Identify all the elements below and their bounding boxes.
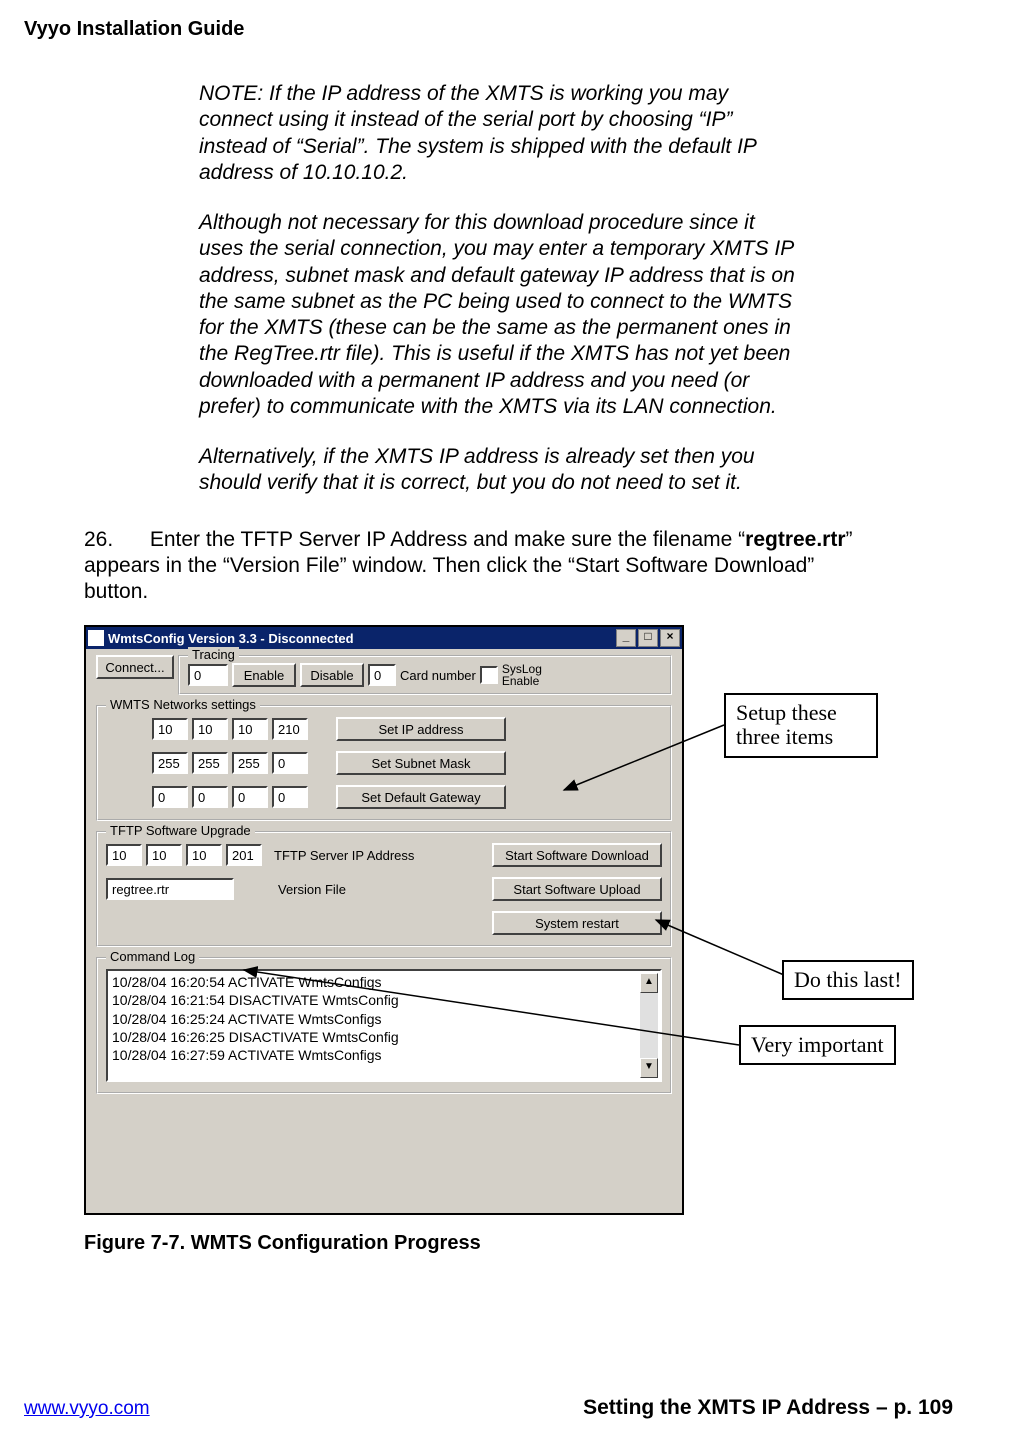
tracing-value-input[interactable]: 0 xyxy=(188,664,228,686)
callout-setup-box: Setup these three items xyxy=(724,693,878,757)
set-gateway-button[interactable]: Set Default Gateway xyxy=(336,785,506,809)
close-button[interactable]: × xyxy=(660,629,680,647)
version-file-input[interactable]: regtree.rtr xyxy=(106,878,234,900)
window-title: WmtsConfig Version 3.3 - Disconnected xyxy=(108,631,354,646)
note-paragraph-2: Although not necessary for this download… xyxy=(199,210,798,420)
command-log-group: Command Log 10/28/04 16:20:54 ACTIVATE W… xyxy=(96,957,672,1094)
subnet-octet-3[interactable]: 255 xyxy=(232,752,268,774)
gateway-octet-3[interactable]: 0 xyxy=(232,786,268,808)
ip-octet-3[interactable]: 10 xyxy=(232,718,268,740)
system-restart-button[interactable]: System restart xyxy=(492,911,662,935)
syslog-enable-label: SysLog Enable xyxy=(502,663,542,687)
wmtsconfig-window: WmtsConfig Version 3.3 - Disconnected _ … xyxy=(84,625,684,1215)
log-scrollbar[interactable]: ▲ ▼ xyxy=(640,973,658,1078)
minimize-button[interactable]: _ xyxy=(616,629,636,647)
networks-group-label: WMTS Networks settings xyxy=(106,697,260,712)
callout-last-box: Do this last! xyxy=(782,960,914,1000)
log-line: 10/28/04 16:21:54 DISACTIVATE WmtsConfig xyxy=(112,991,656,1009)
command-log-output[interactable]: 10/28/04 16:20:54 ACTIVATE WmtsConfigs 1… xyxy=(106,969,662,1082)
set-ip-button[interactable]: Set IP address xyxy=(336,717,506,741)
card-number-input[interactable]: 0 xyxy=(368,664,396,686)
log-line: 10/28/04 16:26:25 DISACTIVATE WmtsConfig xyxy=(112,1028,656,1046)
callout-important-text: Very important xyxy=(751,1032,884,1057)
note-paragraph-3: Alternatively, if the XMTS IP address is… xyxy=(199,444,798,497)
log-line: 10/28/04 16:27:59 ACTIVATE WmtsConfigs xyxy=(112,1046,656,1064)
set-subnet-button[interactable]: Set Subnet Mask xyxy=(336,751,506,775)
card-number-label: Card number xyxy=(400,668,476,683)
ip-octet-2[interactable]: 10 xyxy=(192,718,228,740)
gateway-octet-1[interactable]: 0 xyxy=(152,786,188,808)
tracing-enable-button[interactable]: Enable xyxy=(232,663,296,687)
tftp-server-label: TFTP Server IP Address xyxy=(274,848,414,863)
tracing-group-label: Tracing xyxy=(188,647,239,662)
networks-group: WMTS Networks settings 10 10 10 210 Set … xyxy=(96,705,672,821)
start-download-button[interactable]: Start Software Download xyxy=(492,843,662,867)
page-footer: www.vyyo.com Setting the XMTS IP Address… xyxy=(24,1396,953,1420)
app-icon xyxy=(88,630,104,646)
scroll-down-icon[interactable]: ▼ xyxy=(640,1058,658,1078)
step-26: 26. Enter the TFTP Server IP Address and… xyxy=(84,527,863,606)
step-text-before: Enter the TFTP Server IP Address and mak… xyxy=(150,528,745,551)
callout-last-text: Do this last! xyxy=(794,967,902,992)
page-header: Vyyo Installation Guide xyxy=(24,18,953,41)
step-bold-filename: regtree.rtr xyxy=(745,528,845,551)
subnet-octet-2[interactable]: 255 xyxy=(192,752,228,774)
footer-page-info: Setting the XMTS IP Address – p. 109 xyxy=(583,1396,953,1420)
tftp-ip-3[interactable]: 10 xyxy=(186,844,222,866)
scroll-up-icon[interactable]: ▲ xyxy=(640,973,658,993)
step-number: 26. xyxy=(84,527,144,553)
ip-octet-1[interactable]: 10 xyxy=(152,718,188,740)
connect-button[interactable]: Connect... xyxy=(96,655,174,679)
subnet-octet-4[interactable]: 0 xyxy=(272,752,308,774)
log-line: 10/28/04 16:25:24 ACTIVATE WmtsConfigs xyxy=(112,1010,656,1028)
tftp-ip-4[interactable]: 201 xyxy=(226,844,262,866)
footer-url[interactable]: www.vyyo.com xyxy=(24,1398,150,1420)
maximize-button[interactable]: □ xyxy=(638,629,658,647)
log-line: 10/28/04 16:20:54 ACTIVATE WmtsConfigs xyxy=(112,973,656,991)
tracing-disable-button[interactable]: Disable xyxy=(300,663,364,687)
ip-octet-4[interactable]: 210 xyxy=(272,718,308,740)
figure-caption: Figure 7-7. WMTS Configuration Progress xyxy=(84,1232,953,1255)
tftp-ip-1[interactable]: 10 xyxy=(106,844,142,866)
version-file-label: Version File xyxy=(278,882,346,897)
gateway-octet-2[interactable]: 0 xyxy=(192,786,228,808)
window-titlebar[interactable]: WmtsConfig Version 3.3 - Disconnected _ … xyxy=(86,627,682,649)
callout-important-box: Very important xyxy=(739,1025,896,1065)
gateway-octet-4[interactable]: 0 xyxy=(272,786,308,808)
subnet-octet-1[interactable]: 255 xyxy=(152,752,188,774)
tftp-group: TFTP Software Upgrade 10 10 10 201 TFTP … xyxy=(96,831,672,947)
start-upload-button[interactable]: Start Software Upload xyxy=(492,877,662,901)
callout-setup-text: Setup these three items xyxy=(736,700,837,749)
tftp-group-label: TFTP Software Upgrade xyxy=(106,823,255,838)
command-log-label: Command Log xyxy=(106,949,199,964)
tftp-ip-2[interactable]: 10 xyxy=(146,844,182,866)
note-paragraph-1: NOTE: If the IP address of the XMTS is w… xyxy=(199,81,798,186)
syslog-enable-checkbox[interactable] xyxy=(480,666,498,684)
figure-7-7: WmtsConfig Version 3.3 - Disconnected _ … xyxy=(84,625,954,1220)
